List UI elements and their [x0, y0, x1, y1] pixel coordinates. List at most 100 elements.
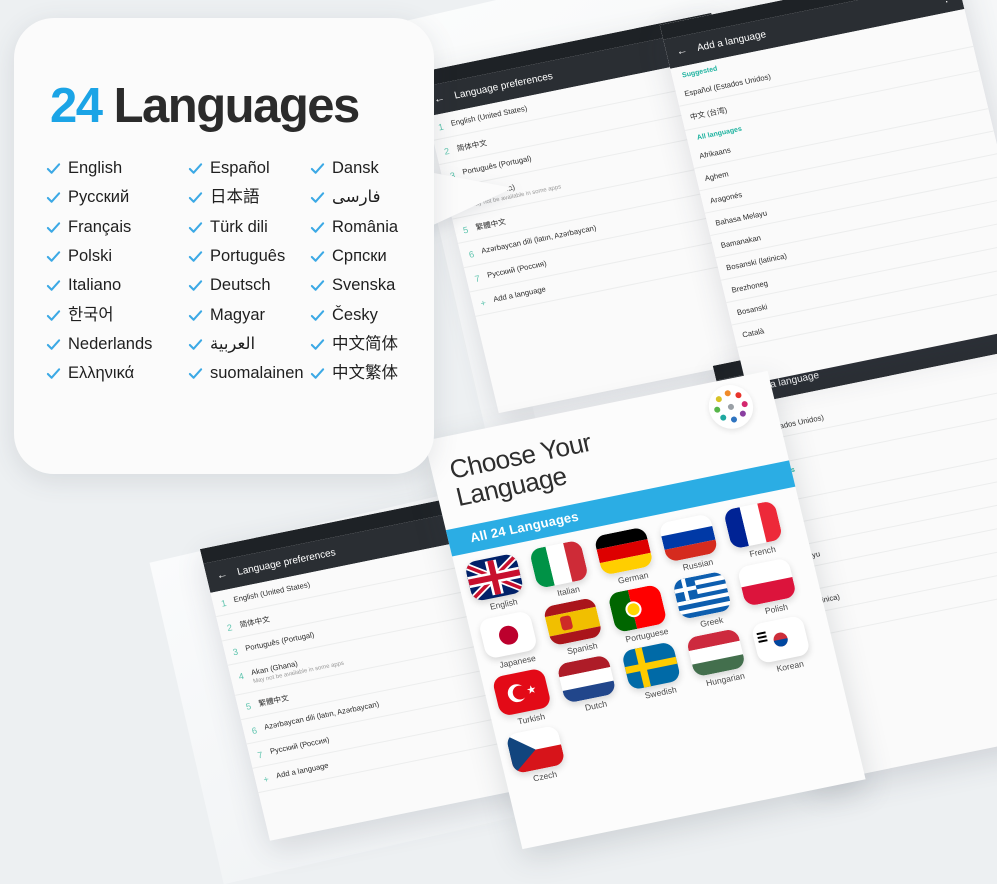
- language-checklist-item: Italiano: [46, 276, 188, 295]
- flag-es-icon: [542, 597, 603, 647]
- flag-ru-icon: [658, 513, 719, 563]
- language-label: Ελληνικά: [68, 364, 135, 383]
- order-index: 4: [237, 670, 245, 682]
- flag-item-german[interactable]: German: [593, 525, 663, 588]
- flag-item-swedish[interactable]: Swedish: [621, 640, 690, 703]
- title-word: Languages: [101, 79, 361, 133]
- flag-item-french[interactable]: French: [722, 499, 792, 562]
- order-index: 2: [443, 146, 451, 157]
- back-arrow-icon[interactable]: ←: [675, 44, 689, 58]
- flag-item-english[interactable]: English: [464, 552, 533, 615]
- order-index: 1: [220, 598, 228, 609]
- check-icon: [310, 280, 325, 292]
- flag-it-icon: [528, 539, 590, 589]
- language-label: Svenska: [332, 276, 396, 295]
- add-language-label: Add a language: [275, 760, 330, 781]
- flag-item-korean[interactable]: Korean: [750, 614, 819, 677]
- flag-item-hungarian[interactable]: Hungarian: [685, 627, 755, 690]
- language-checklist-item: Česky: [310, 305, 420, 324]
- language-checklist-item: العربية: [188, 334, 310, 353]
- flag-item-dutch[interactable]: Dutch: [556, 653, 625, 716]
- flag-item-japanese[interactable]: Japanese: [477, 609, 547, 672]
- back-arrow-icon[interactable]: ←: [432, 92, 446, 106]
- flag-se-icon: [621, 641, 682, 691]
- flag-item-polish[interactable]: Polish: [736, 556, 806, 619]
- flag-item-czech[interactable]: Czech: [505, 724, 574, 787]
- language-checklist-item: Polski: [46, 247, 188, 265]
- flag-tr-icon: ★: [491, 667, 552, 717]
- plus-icon: +: [479, 297, 488, 309]
- language-checklist-item: English: [46, 159, 188, 177]
- flag-uk-icon: [464, 552, 525, 603]
- language-label: Italiano: [68, 276, 122, 295]
- check-icon: [46, 368, 61, 380]
- flag-item-portuguese[interactable]: Portuguese: [607, 583, 676, 646]
- language-checklist-item: Español: [188, 159, 310, 177]
- language-label: 日本語: [210, 188, 260, 207]
- language-label: Dansk: [332, 159, 379, 177]
- list-item-title: 繁體中文: [257, 693, 290, 709]
- flag-item-russian[interactable]: Russian: [658, 512, 727, 575]
- check-icon: [310, 222, 325, 233]
- language-checklist-item: فارسی: [310, 188, 420, 207]
- flag-pt-icon: [607, 583, 668, 634]
- flag-kr-icon: [750, 614, 811, 665]
- language-count: 24: [50, 79, 103, 133]
- language-checklist-item: Српски: [310, 246, 420, 265]
- check-icon: [310, 339, 325, 350]
- list-item-title: Русский (Россия): [269, 735, 331, 756]
- language-checklist-item: Русский: [46, 188, 188, 206]
- language-label: Português: [210, 246, 286, 265]
- check-icon: [188, 368, 203, 380]
- order-index: 3: [231, 646, 240, 658]
- plus-icon: +: [262, 773, 270, 785]
- flag-nl-icon: [556, 654, 617, 704]
- flag-gr-icon: [671, 570, 733, 620]
- check-icon: [188, 280, 203, 292]
- language-checklist-item: 中文简体: [310, 335, 420, 353]
- app-bar-title: Add a language: [695, 28, 768, 54]
- check-icon: [46, 309, 61, 321]
- flag-item-italian[interactable]: Italian: [528, 538, 598, 601]
- flag-item-turkish[interactable]: ★ Turkish: [491, 666, 561, 729]
- flag-item-greek[interactable]: Greek: [671, 569, 741, 632]
- language-label: 한국어: [68, 305, 114, 324]
- check-icon: [188, 222, 203, 233]
- list-item-title: Bamanakan: [719, 233, 762, 251]
- language-label: Српски: [332, 246, 387, 265]
- order-index: 6: [467, 249, 476, 260]
- language-label: Magyar: [210, 305, 266, 324]
- language-label: Français: [68, 217, 132, 236]
- check-icon: [46, 163, 61, 174]
- language-checklist-item: Magyar: [188, 305, 310, 324]
- list-item-title: Русский (Россия): [486, 258, 548, 280]
- flag-de-icon: [593, 526, 654, 576]
- language-label: العربية: [210, 334, 256, 353]
- language-checklist-item: Ελληνικά: [46, 364, 188, 383]
- order-index: 5: [244, 701, 253, 712]
- check-icon: [46, 339, 61, 350]
- check-icon: [310, 192, 325, 204]
- flag-jp-icon: [477, 610, 539, 660]
- language-label: 中文繁体: [332, 364, 398, 383]
- speech-bubble-logo-icon: [704, 381, 758, 433]
- list-item-title: 简体中文: [238, 614, 271, 630]
- list-item-title: Aragonés: [709, 190, 744, 206]
- language-checklist-item: suomalainen: [188, 364, 310, 382]
- language-checklist: English Español Dansk Русский 日本語 فارسی França…: [46, 159, 416, 383]
- kebab-menu-icon[interactable]: ⋮: [939, 0, 953, 5]
- languages-bubble-card: 24 Languages English Español Dansk Русский 日…: [14, 18, 434, 474]
- flag-hu-icon: [685, 628, 747, 678]
- list-item-title: 中文 (台湾): [689, 105, 728, 122]
- flag-item-spanish[interactable]: Spanish: [542, 596, 612, 659]
- language-label: Česky: [332, 305, 378, 324]
- check-icon: [46, 280, 61, 292]
- language-label: English: [68, 159, 123, 177]
- check-icon: [310, 163, 325, 174]
- back-arrow-icon[interactable]: ←: [215, 568, 229, 582]
- check-icon: [310, 251, 325, 262]
- language-checklist-item: Türk dili: [188, 218, 310, 236]
- language-label: فارسی: [332, 188, 381, 207]
- check-icon: [188, 251, 203, 262]
- order-index: 1: [437, 121, 445, 133]
